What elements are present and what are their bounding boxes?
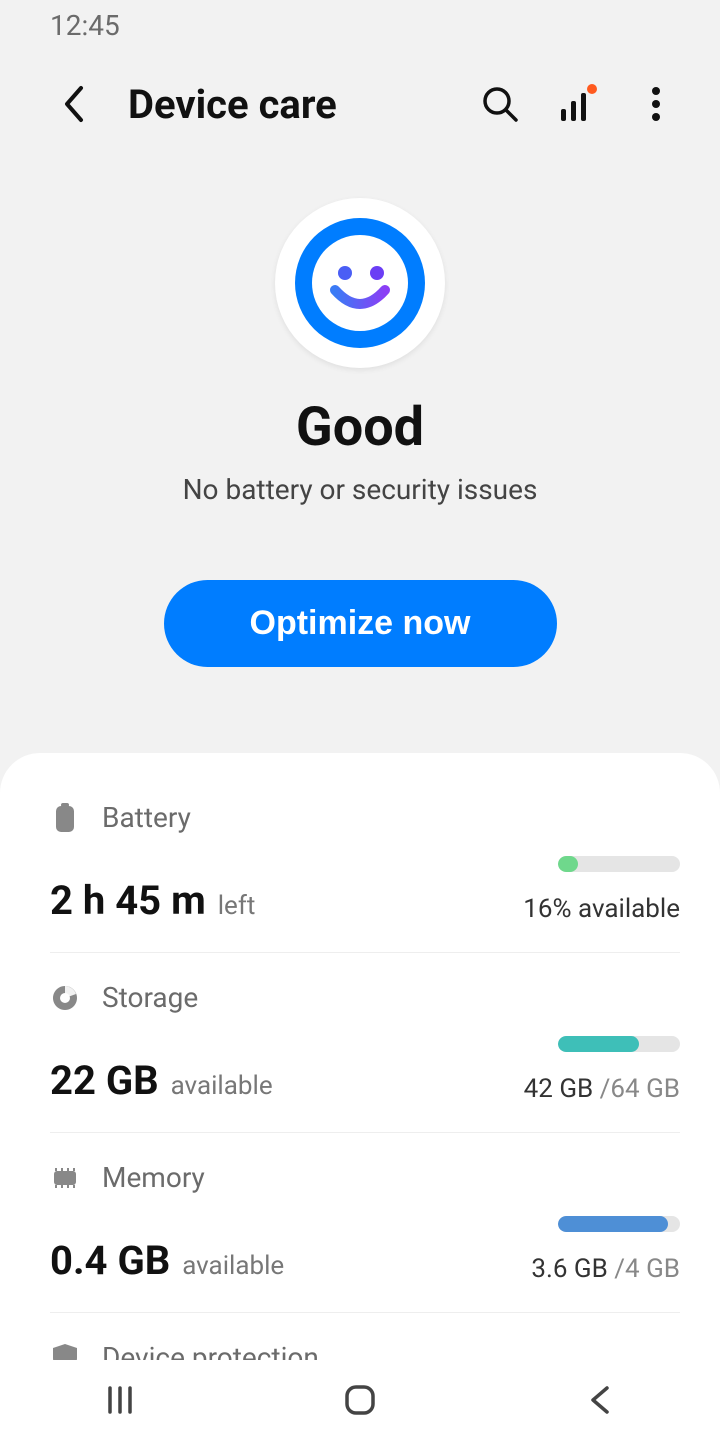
nav-back-button[interactable]	[570, 1378, 630, 1422]
memory-meter-wrap: 3.6 GB /4 GB	[531, 1216, 680, 1284]
storage-row[interactable]: Storage 22 GB available 42 GB /64 GB	[50, 953, 680, 1133]
storage-meter-fill	[558, 1036, 639, 1052]
hero-section: Good No battery or security issues Optim…	[0, 138, 720, 667]
storage-meter	[558, 1036, 680, 1052]
home-button[interactable]	[330, 1378, 390, 1422]
battery-meter	[558, 856, 680, 872]
memory-label: Memory	[102, 1161, 205, 1194]
status-title: Good	[296, 396, 424, 459]
status-smiley-icon	[275, 198, 445, 368]
battery-meter-wrap: 16% available	[523, 856, 680, 924]
storage-label: Storage	[102, 981, 198, 1014]
optimize-button[interactable]: Optimize now	[164, 580, 557, 667]
signal-icon	[558, 83, 598, 125]
app-header: Device care	[0, 50, 720, 138]
nav-back-icon	[587, 1382, 613, 1418]
battery-label: Battery	[102, 801, 191, 834]
signal-button[interactable]	[554, 80, 602, 128]
back-button[interactable]	[50, 80, 98, 128]
battery-row[interactable]: Battery 2 h 45 m left 16% available	[50, 773, 680, 953]
battery-icon	[50, 803, 80, 833]
battery-meter-text: 16% available	[523, 894, 680, 924]
back-icon	[61, 84, 87, 124]
search-icon	[480, 84, 520, 124]
search-button[interactable]	[476, 80, 524, 128]
overflow-menu-button[interactable]	[632, 80, 680, 128]
status-bar: 12:45	[0, 0, 720, 50]
status-time: 12:45	[50, 9, 120, 42]
storage-icon	[50, 983, 80, 1013]
status-subtitle: No battery or security issues	[183, 473, 538, 506]
page-title: Device care	[128, 81, 446, 128]
more-icon	[652, 87, 660, 121]
storage-meter-wrap: 42 GB /64 GB	[524, 1036, 680, 1104]
memory-row[interactable]: Memory 0.4 GB available 3.6 GB /4 GB	[50, 1133, 680, 1313]
system-navbar	[0, 1360, 720, 1440]
memory-meter-fill	[558, 1216, 668, 1232]
battery-value: 2 h 45 m left	[50, 877, 255, 924]
storage-meter-text: 42 GB /64 GB	[524, 1074, 680, 1104]
memory-value: 0.4 GB available	[50, 1237, 284, 1284]
home-icon	[342, 1382, 378, 1418]
memory-meter	[558, 1216, 680, 1232]
details-panel: Battery 2 h 45 m left 16% available	[0, 753, 720, 1402]
recents-icon	[102, 1382, 138, 1418]
battery-meter-fill	[558, 856, 578, 872]
memory-meter-text: 3.6 GB /4 GB	[531, 1254, 680, 1284]
recents-button[interactable]	[90, 1378, 150, 1422]
storage-value: 22 GB available	[50, 1057, 273, 1104]
memory-icon	[50, 1163, 80, 1193]
